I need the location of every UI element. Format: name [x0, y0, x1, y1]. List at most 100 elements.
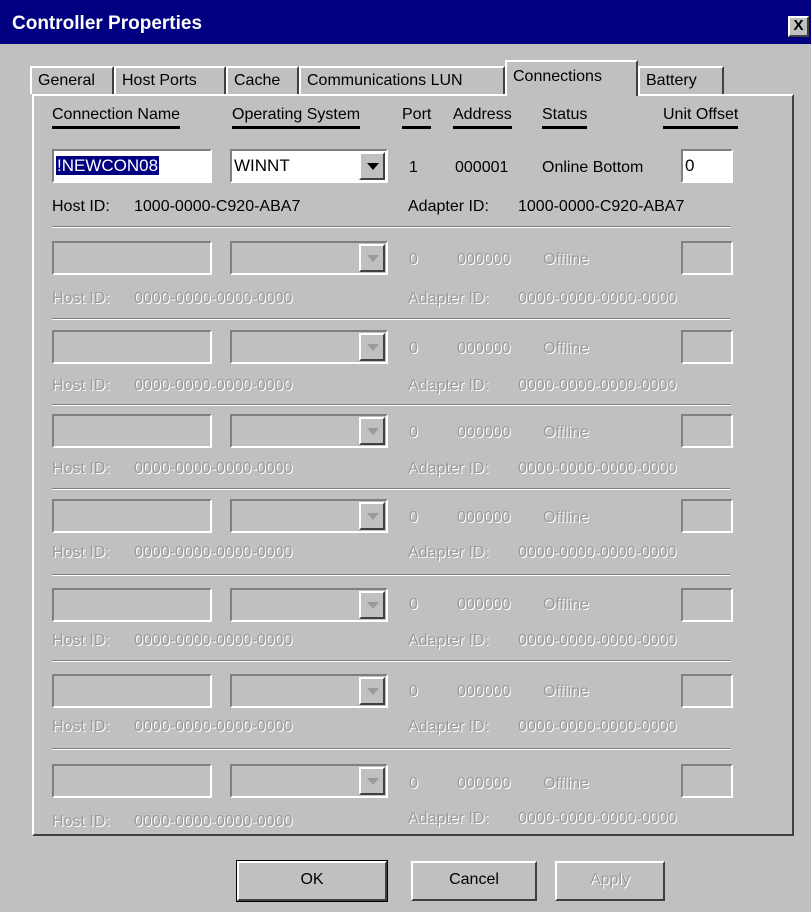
address-value: 000000 [457, 596, 511, 613]
host-id-value: 0000-0000-0000-0000 [134, 290, 293, 307]
status-value: Offline [543, 509, 589, 526]
host-id-value: 0000-0000-0000-0000 [134, 377, 293, 394]
operating-system-select[interactable] [230, 241, 388, 275]
host-id-label: Host ID: [52, 377, 110, 394]
window-title: Controller Properties [12, 13, 203, 34]
unit-offset-input[interactable] [681, 499, 733, 533]
port-value: 0 [409, 775, 418, 792]
host-id-value: 0000-0000-0000-0000 [134, 460, 293, 477]
operating-system-select[interactable] [230, 414, 388, 448]
port-value: 0 [409, 509, 418, 526]
apply-button[interactable]: Apply [555, 861, 665, 901]
adapter-id-value: 0000-0000-0000-0000 [518, 544, 677, 561]
tab-connections[interactable]: Connections [505, 60, 638, 96]
address-value: 000000 [457, 424, 511, 441]
tab-host-ports[interactable]: Host Ports [114, 66, 226, 94]
row-separator [52, 318, 730, 320]
adapter-id-label: Adapter ID: [408, 377, 489, 394]
unit-offset-input[interactable] [681, 588, 733, 622]
host-id-value: 0000-0000-0000-0000 [134, 718, 293, 735]
connection-name-input[interactable] [52, 414, 212, 448]
adapter-id-value: 0000-0000-0000-0000 [518, 632, 677, 649]
connection-name-input[interactable] [52, 674, 212, 708]
status-value: Offline [543, 251, 589, 268]
connection-name-input[interactable]: !NEWCON08 [52, 149, 212, 183]
row-separator [52, 574, 730, 576]
unit-offset-input[interactable] [681, 764, 733, 798]
operating-system-select[interactable] [230, 330, 388, 364]
host-id-value: 1000-0000-C920-ABA7 [134, 198, 301, 215]
unit-offset-input[interactable] [681, 330, 733, 364]
status-value: Offline [543, 683, 589, 700]
row-separator [52, 488, 730, 490]
operating-system-value: WINNT [234, 156, 290, 175]
adapter-id-label: Adapter ID: [408, 460, 489, 477]
connection-name-input[interactable] [52, 499, 212, 533]
connection-name-input[interactable] [52, 764, 212, 798]
address-value: 000000 [457, 509, 511, 526]
row-separator [52, 226, 730, 228]
port-value: 1 [409, 159, 418, 176]
col-header-status: Status [542, 106, 588, 129]
chevron-down-icon [367, 778, 379, 785]
adapter-id-value: 0000-0000-0000-0000 [518, 377, 677, 394]
ok-button[interactable]: OK [236, 860, 388, 902]
cancel-button[interactable]: Cancel [411, 861, 537, 901]
dropdown-arrow-button[interactable] [359, 244, 385, 272]
dropdown-arrow-button[interactable] [359, 152, 385, 180]
dropdown-arrow-button[interactable] [359, 591, 385, 619]
col-header-operating-system: Operating System [232, 106, 361, 129]
port-value: 0 [409, 251, 418, 268]
host-id-label: Host ID: [52, 290, 110, 307]
adapter-id-value: 0000-0000-0000-0000 [518, 460, 677, 477]
status-value: Offline [543, 596, 589, 613]
adapter-id-value: 1000-0000-C920-ABA7 [518, 198, 685, 215]
dropdown-arrow-button[interactable] [359, 677, 385, 705]
dropdown-arrow-button[interactable] [359, 333, 385, 361]
tab-general[interactable]: General [30, 66, 114, 94]
host-id-value: 0000-0000-0000-0000 [134, 632, 293, 649]
host-id-label: Host ID: [52, 198, 110, 215]
status-value: Offline [543, 340, 589, 357]
host-id-label: Host ID: [52, 718, 110, 735]
operating-system-select[interactable] [230, 674, 388, 708]
host-id-value: 0000-0000-0000-0000 [134, 544, 293, 561]
connection-name-value: !NEWCON08 [56, 156, 160, 175]
tab-communications-lun[interactable]: Communications LUN [299, 66, 505, 94]
tab-cache[interactable]: Cache [226, 66, 299, 94]
dropdown-arrow-button[interactable] [359, 417, 385, 445]
chevron-down-icon [367, 163, 379, 170]
operating-system-select[interactable] [230, 499, 388, 533]
col-header-address: Address [453, 106, 512, 129]
port-value: 0 [409, 340, 418, 357]
tab-battery[interactable]: Battery [638, 66, 724, 94]
operating-system-select[interactable] [230, 588, 388, 622]
unit-offset-value: 0 [685, 156, 695, 175]
host-id-label: Host ID: [52, 544, 110, 561]
adapter-id-label: Adapter ID: [408, 544, 489, 561]
chevron-down-icon [367, 344, 379, 351]
close-button[interactable]: X [788, 16, 809, 37]
address-value: 000000 [457, 340, 511, 357]
dropdown-arrow-button[interactable] [359, 767, 385, 795]
col-header-port: Port [402, 106, 432, 129]
adapter-id-value: 0000-0000-0000-0000 [518, 290, 677, 307]
chevron-down-icon [367, 513, 379, 520]
adapter-id-label: Adapter ID: [408, 198, 489, 215]
unit-offset-input[interactable] [681, 674, 733, 708]
port-value: 0 [409, 424, 418, 441]
dropdown-arrow-button[interactable] [359, 502, 385, 530]
connection-name-input[interactable] [52, 241, 212, 275]
operating-system-select[interactable]: WINNT [230, 149, 388, 183]
operating-system-select[interactable] [230, 764, 388, 798]
unit-offset-input[interactable]: 0 [681, 149, 733, 183]
unit-offset-input[interactable] [681, 241, 733, 275]
chevron-down-icon [367, 688, 379, 695]
status-value: Offline [543, 775, 589, 792]
connection-name-input[interactable] [52, 588, 212, 622]
unit-offset-input[interactable] [681, 414, 733, 448]
host-id-label: Host ID: [52, 632, 110, 649]
connection-name-input[interactable] [52, 330, 212, 364]
col-header-unit-offset: Unit Offset [663, 106, 739, 129]
address-value: 000000 [457, 775, 511, 792]
